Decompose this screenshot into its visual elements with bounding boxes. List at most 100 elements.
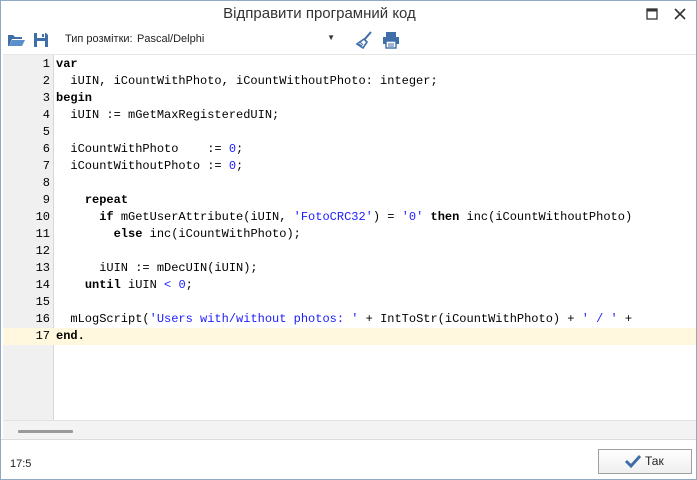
code-line: 8 (3, 175, 696, 192)
code-token: iUIN, iCountWithPhoto, iCountWithoutPhot… (56, 74, 438, 88)
code-token: '0' (401, 210, 424, 224)
code-text: end. (56, 328, 85, 345)
code-line: 10 if mGetUserAttribute(iUIN, 'FotoCRC32… (3, 209, 696, 226)
code-token: then (430, 210, 460, 224)
code-text: until iUIN < 0; (56, 277, 193, 294)
clear-button[interactable] (355, 30, 375, 50)
code-line: 6 iCountWithPhoto := 0; (3, 141, 696, 158)
code-line: 1 var (3, 56, 696, 73)
code-token: 0 (178, 278, 186, 292)
code-line: 2 iUIN, iCountWithPhoto, iCountWithoutPh… (3, 73, 696, 90)
code-line: 15 (3, 294, 696, 311)
open-button[interactable] (6, 30, 26, 50)
code-line: 3 begin (3, 90, 696, 107)
line-number: 16 (35, 312, 50, 326)
line-number: 1 (42, 57, 50, 71)
code-token: until (84, 278, 121, 292)
line-number: 17 (35, 329, 50, 343)
chevron-down-icon: ▼ (327, 33, 335, 42)
code-token: inc(iCountWithoutPhoto) (459, 210, 633, 224)
code-text: iCountWithPhoto := 0; (56, 141, 243, 158)
code-text: begin (56, 90, 92, 107)
close-button[interactable] (670, 4, 690, 24)
code-token: iCountWithoutPhoto := (56, 159, 229, 173)
code-editor[interactable]: 1 var 2 iUIN, iCountWithPhoto, iCountWitho… (3, 54, 696, 421)
status-bar: 17:5 Так (1, 439, 696, 479)
ok-button[interactable]: Так (598, 449, 692, 474)
code-text: var (56, 56, 78, 73)
printer-icon (383, 32, 399, 49)
code-line: 5 (3, 124, 696, 141)
code-text: else inc(iCountWithPhoto); (56, 226, 301, 243)
scrollbar-thumb[interactable] (18, 430, 73, 433)
code-token: ; (185, 278, 193, 292)
line-number: 7 (42, 159, 50, 173)
code-text: iUIN := mDecUIN(iUIN); (56, 260, 258, 277)
code-line: 14 until iUIN < 0; (3, 277, 696, 294)
code-token: mLogScript( (56, 312, 150, 326)
code-text: if mGetUserAttribute(iUIN, 'FotoCRC32') … (56, 209, 632, 226)
code-lines: 1 var 2 iUIN, iCountWithPhoto, iCountWitho… (3, 55, 696, 421)
code-token: iUIN (120, 278, 165, 292)
code-token: 'Users with/without photos: ' (149, 312, 359, 326)
code-text: mLogScript('Users with/without photos: '… (56, 311, 632, 328)
code-line: 9 repeat (3, 192, 696, 209)
code-token: inc(iCountWithPhoto); (142, 227, 301, 241)
code-token: mGetUserAttribute(iUIN, (113, 210, 294, 224)
close-icon (674, 8, 686, 20)
line-number: 6 (42, 142, 50, 156)
line-number: 12 (35, 244, 50, 258)
code-token: begin (56, 91, 93, 105)
maximize-button[interactable] (642, 4, 662, 24)
code-token: repeat (84, 193, 129, 207)
code-line: 12 (3, 243, 696, 260)
line-number: 8 (42, 176, 50, 190)
code-text: repeat (56, 192, 128, 209)
line-number: 13 (35, 261, 50, 275)
code-token: ; (236, 159, 244, 173)
code-token: else (113, 227, 143, 241)
line-number: 14 (35, 278, 50, 292)
code-token: if (99, 210, 114, 224)
code-token: iUIN := mGetMaxRegisteredUIN; (56, 108, 280, 122)
code-line: 7 iCountWithoutPhoto := 0; (3, 158, 696, 175)
line-number: 5 (42, 125, 50, 139)
markup-type-select[interactable]: Pascal/Delphi ▼ (135, 31, 337, 49)
code-token: 0 (228, 142, 237, 156)
print-button[interactable] (381, 30, 401, 50)
code-text: iUIN := mGetMaxRegisteredUIN; (56, 107, 279, 124)
code-text: iCountWithoutPhoto := 0; (56, 158, 243, 175)
save-button[interactable] (31, 30, 51, 50)
code-line: 16 mLogScript('Users with/without photos… (3, 311, 696, 328)
code-token: 0 (228, 159, 237, 173)
code-line: 4 iUIN := mGetMaxRegisteredUIN; (3, 107, 696, 124)
horizontal-scrollbar[interactable] (3, 420, 696, 439)
code-token: var (56, 57, 78, 71)
check-mark-icon (624, 454, 642, 469)
line-number: 10 (35, 210, 50, 224)
maximize-icon (646, 8, 658, 20)
ok-button-label: Так (645, 454, 664, 468)
window-title: Відправити програмний код (223, 5, 416, 22)
send-code-dialog: Відправити програмний код Тип розмітки: … (0, 0, 697, 480)
code-token: ) = (372, 210, 402, 224)
code-token: 'FotoCRC32' (293, 210, 373, 224)
code-token: end. (56, 329, 85, 343)
code-line: 17 end. (3, 328, 696, 345)
code-token: ' / ' (581, 312, 618, 326)
code-token: + IntToStr(iCountWithPhoto) + (358, 312, 582, 326)
code-token: iUIN := mDecUIN(iUIN); (56, 261, 258, 275)
line-number: 4 (42, 108, 50, 122)
code-line: 13 iUIN := mDecUIN(iUIN); (3, 260, 696, 277)
line-number: 11 (35, 227, 50, 241)
code-token: ; (236, 142, 244, 156)
code-token: iCountWithPhoto := (56, 142, 229, 156)
broom-icon (355, 31, 372, 50)
code-token: + (617, 312, 633, 326)
line-number: 3 (42, 91, 50, 105)
